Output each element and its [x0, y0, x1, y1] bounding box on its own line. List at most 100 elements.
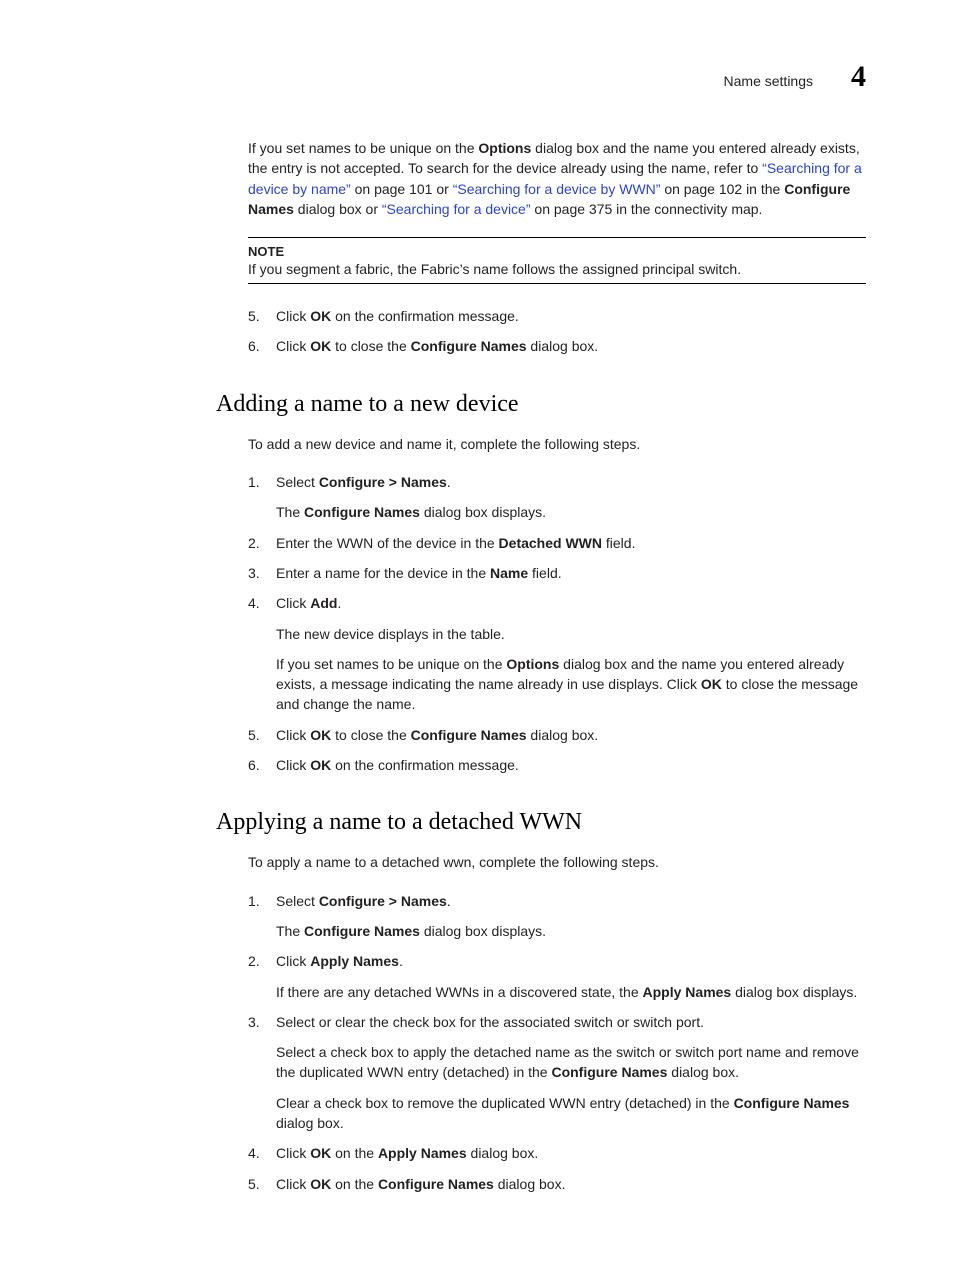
configure-names-label: Configure Names [378, 1176, 494, 1192]
configure-names-label: Configure Names [734, 1095, 850, 1111]
note-body: If you segment a fabric, the Fabric’s na… [248, 261, 866, 277]
text: field. [602, 535, 635, 551]
text: Click [276, 1176, 310, 1192]
sub-text: The Configure Names dialog box displays. [276, 502, 866, 522]
text: to close the [331, 338, 410, 354]
sub-text: Select a check box to apply the detached… [276, 1042, 866, 1083]
add-label: Add [310, 595, 337, 611]
note-block: NOTE If you segment a fabric, the Fabric… [248, 237, 866, 284]
text: dialog box. [527, 727, 599, 743]
text: Clear a check box to remove the duplicat… [276, 1095, 734, 1111]
text: Click [276, 338, 310, 354]
step-3: Select or clear the check box for the as… [248, 1012, 866, 1133]
steps-continued: Click OK on the confirmation message. Cl… [248, 306, 866, 357]
apply-names-label: Apply Names [378, 1145, 467, 1161]
header-chapter-number: 4 [851, 60, 866, 94]
note-title: NOTE [248, 244, 866, 259]
step-6: Click OK on the confirmation message. [248, 755, 866, 775]
detached-wwn-label: Detached WWN [499, 535, 602, 551]
text: Click [276, 953, 310, 969]
section1-intro: To add a new device and name it, complet… [248, 434, 866, 454]
text: on page 102 in the [660, 181, 784, 197]
text: dialog box. [467, 1145, 539, 1161]
ok-label: OK [310, 1176, 331, 1192]
ok-label: OK [310, 1145, 331, 1161]
text: field. [528, 565, 561, 581]
text: on the confirmation message. [331, 757, 519, 773]
text: on page 375 in the connectivity map. [531, 201, 763, 217]
text: on the [331, 1176, 378, 1192]
text: Enter a name for the device in the [276, 565, 490, 581]
text: dialog box. [276, 1115, 344, 1131]
content: If you set names to be unique on the Opt… [88, 138, 866, 1194]
name-label: Name [490, 565, 528, 581]
text: . [337, 595, 341, 611]
text: Select or clear the check box for the as… [276, 1014, 704, 1030]
step-5: Click OK to close the Configure Names di… [248, 725, 866, 745]
apply-names-label: Apply Names [643, 984, 732, 1000]
text: Select [276, 893, 319, 909]
sub-text: If there are any detached WWNs in a disc… [276, 982, 866, 1002]
text: dialog box or [294, 201, 382, 217]
sub-text: The new device displays in the table. [276, 624, 866, 644]
step-5: Click OK on the Configure Names dialog b… [248, 1174, 866, 1194]
text: Click [276, 757, 310, 773]
step-2: Enter the WWN of the device in the Detac… [248, 533, 866, 553]
text: Enter the WWN of the device in the [276, 535, 499, 551]
section-heading-applying-name: Applying a name to a detached WWN [216, 809, 866, 836]
menu-path: Configure > Names [319, 474, 447, 490]
step-5: Click OK on the confirmation message. [248, 306, 866, 326]
sub-text: If you set names to be unique on the Opt… [276, 654, 866, 715]
text: Click [276, 595, 310, 611]
text: dialog box. [667, 1064, 739, 1080]
options-label: Options [478, 140, 531, 156]
intro-paragraph: If you set names to be unique on the Opt… [248, 138, 866, 219]
text: If there are any detached WWNs in a disc… [276, 984, 643, 1000]
step-4: Click OK on the Apply Names dialog box. [248, 1143, 866, 1163]
configure-names-label: Configure Names [304, 923, 420, 939]
text: If you set names to be unique on the [276, 656, 506, 672]
configure-names-label: Configure Names [411, 338, 527, 354]
ok-label: OK [310, 727, 331, 743]
text: dialog box. [527, 338, 599, 354]
step-3: Enter a name for the device in the Name … [248, 563, 866, 583]
step-1: Select Configure > Names. The Configure … [248, 472, 866, 523]
text: If you set names to be unique on the [248, 140, 478, 156]
configure-names-label: Configure Names [551, 1064, 667, 1080]
step-4: Click Add. The new device displays in th… [248, 593, 866, 714]
text: Click [276, 308, 310, 324]
step-2: Click Apply Names. If there are any deta… [248, 951, 866, 1002]
apply-names-label: Apply Names [310, 953, 399, 969]
text: dialog box. [494, 1176, 566, 1192]
section-heading-adding-name: Adding a name to a new device [216, 391, 866, 418]
configure-names-label: Configure Names [304, 504, 420, 520]
text: dialog box displays. [420, 504, 546, 520]
sub-text: The Configure Names dialog box displays. [276, 921, 866, 941]
sub-text: Clear a check box to remove the duplicat… [276, 1093, 866, 1134]
text: Select [276, 474, 319, 490]
text: The [276, 504, 304, 520]
ok-label: OK [310, 757, 331, 773]
link-search-device[interactable]: “Searching for a device” [382, 201, 531, 217]
options-label: Options [506, 656, 559, 672]
page: Name settings 4 If you set names to be u… [0, 0, 954, 1272]
configure-names-label: Configure Names [411, 727, 527, 743]
text: to close the [331, 727, 410, 743]
ok-label: OK [310, 338, 331, 354]
link-search-device-by-wwn[interactable]: “Searching for a device by WWN” [453, 181, 661, 197]
text: on the [331, 1145, 378, 1161]
step-6: Click OK to close the Configure Names di… [248, 336, 866, 356]
text: dialog box displays. [731, 984, 857, 1000]
step-1: Select Configure > Names. The Configure … [248, 891, 866, 942]
text: dialog box displays. [420, 923, 546, 939]
text: The [276, 923, 304, 939]
ok-label: OK [310, 308, 331, 324]
text: on the confirmation message. [331, 308, 519, 324]
text: . [399, 953, 403, 969]
text: . [447, 474, 451, 490]
page-header: Name settings 4 [88, 60, 866, 94]
header-title: Name settings [724, 73, 813, 89]
section1-steps: Select Configure > Names. The Configure … [248, 472, 866, 775]
text: on page 101 or [351, 181, 453, 197]
ok-label: OK [701, 676, 722, 692]
